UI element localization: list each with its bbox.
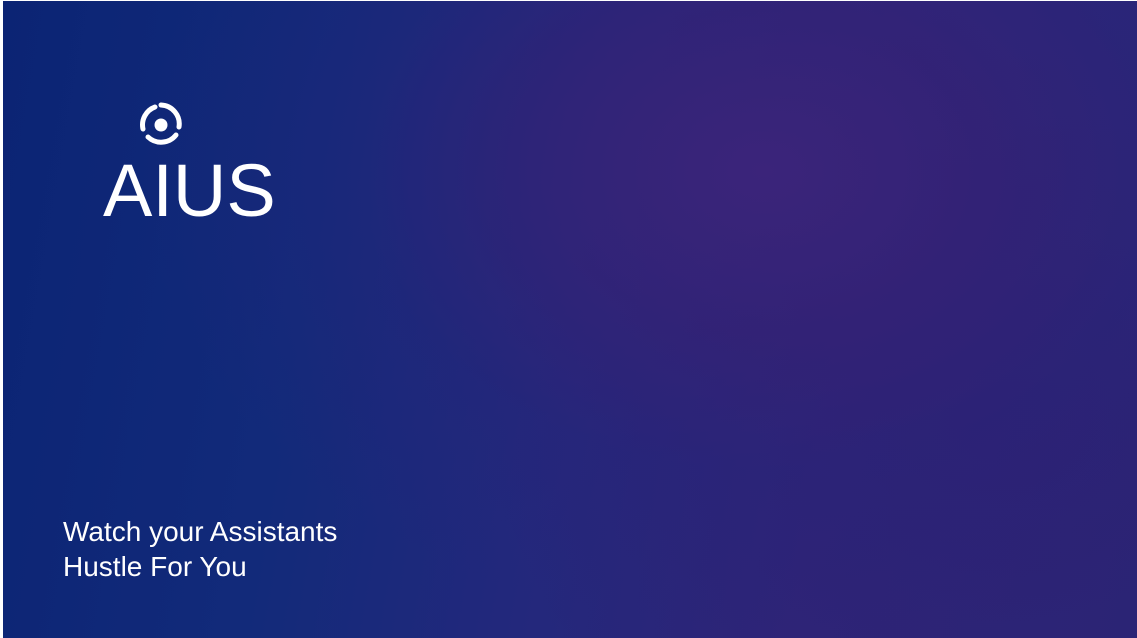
brand-logo: AIUS xyxy=(103,99,283,232)
brand-name: AIUS xyxy=(103,149,276,232)
tagline-line-1: Watch your Assistants xyxy=(63,516,338,547)
splash-screen: AIUS Watch your Assistants Hustle For Yo… xyxy=(3,1,1137,638)
tagline-line-2: Hustle For You xyxy=(63,551,247,582)
tagline: Watch your Assistants Hustle For You xyxy=(63,514,337,584)
swirl-logo-icon xyxy=(136,99,186,149)
